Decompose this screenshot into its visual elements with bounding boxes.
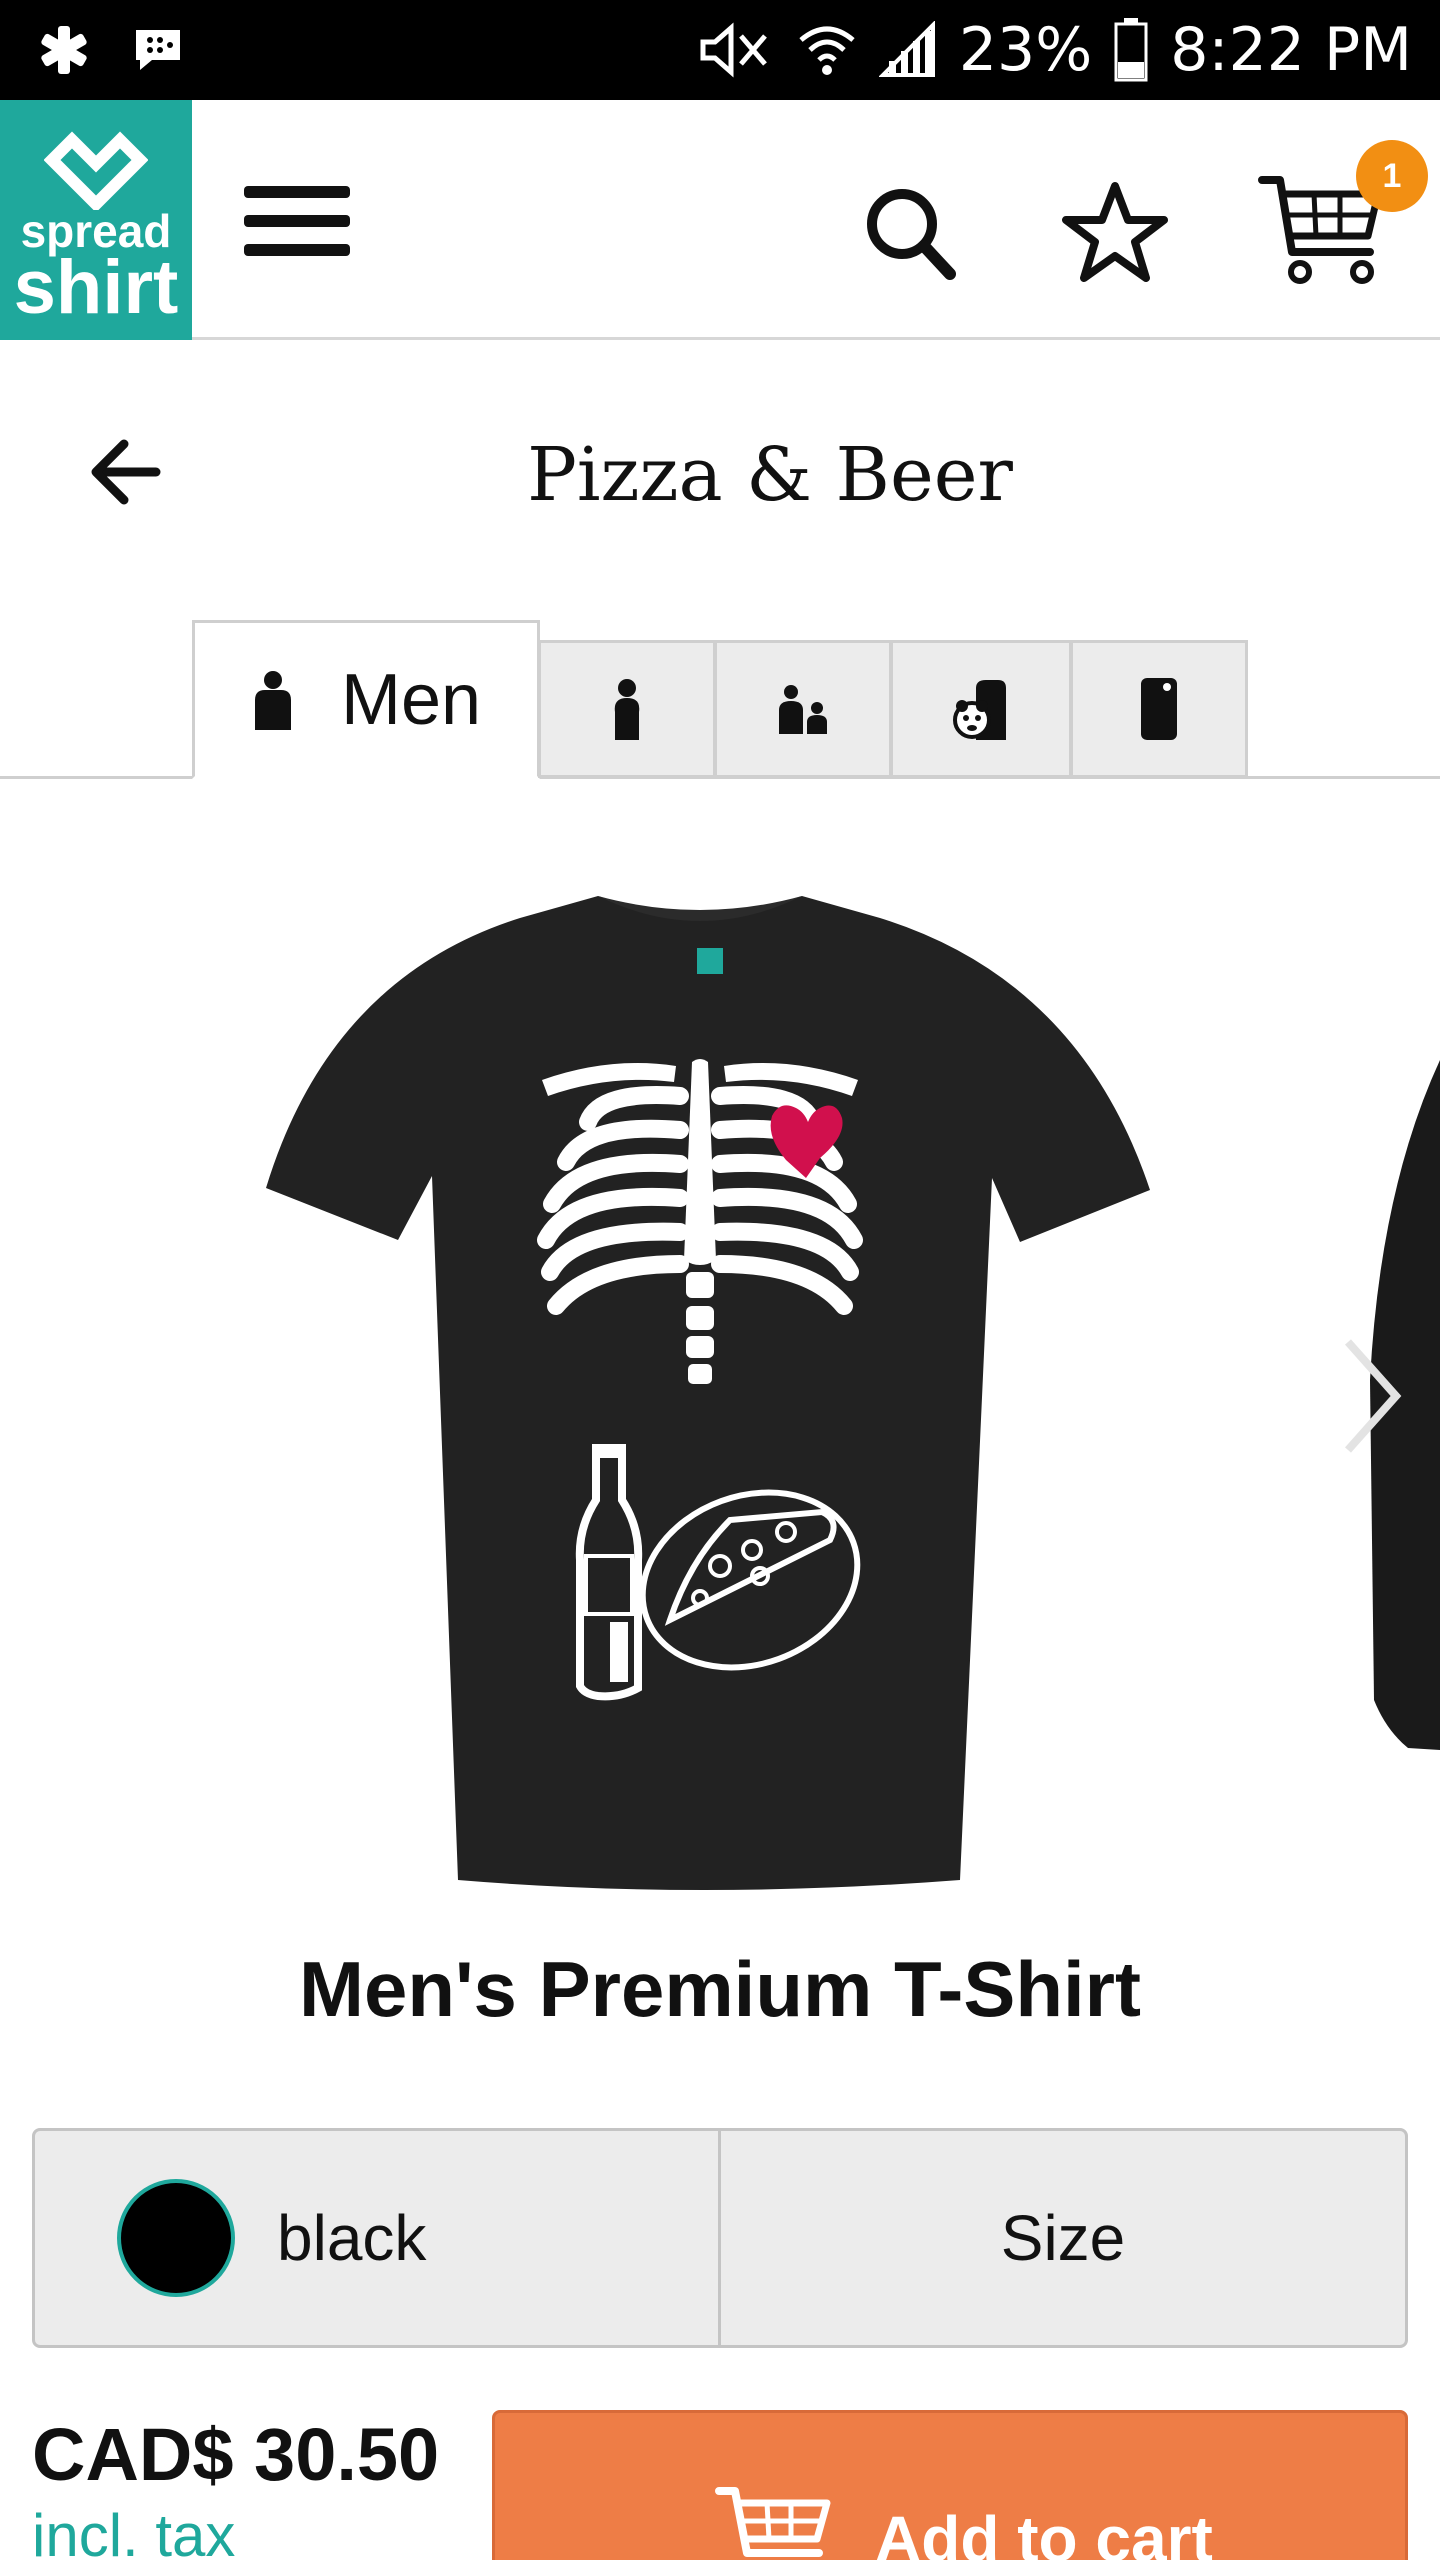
favorites-star-icon[interactable] [1060,178,1170,288]
status-left-icons [36,22,184,78]
tab-kids[interactable] [714,640,892,778]
add-to-cart-label: Add to cart [875,2503,1213,2560]
search-icon[interactable] [862,184,958,284]
color-swatch [117,2179,235,2297]
page-title: Pizza & Beer [527,432,1013,518]
add-to-cart-button[interactable]: Add to cart [492,2410,1408,2560]
wifi-icon [799,26,855,75]
woman-icon [614,679,640,740]
app-header: spread shirt 1 [0,100,1440,340]
signal-icon [878,21,935,77]
size-selector[interactable]: Size [721,2131,1405,2345]
tab-men[interactable]: Men [192,620,540,779]
menu-bar-icon [244,186,350,198]
tab-women[interactable] [538,640,716,778]
status-bar: 23% 8:22 PM [0,0,1440,100]
tshirt-product-image [266,896,1440,1890]
menu-bar-icon [244,244,350,256]
kids-icon [779,685,827,734]
menu-button[interactable] [244,186,350,256]
size-label: Size [1000,2202,1126,2274]
menu-bar-icon [244,215,350,227]
product-image-carousel[interactable] [0,860,1440,1900]
cart-count-badge: 1 [1356,140,1428,212]
tab-baby[interactable] [890,640,1072,778]
logo-word-shirt: shirt [13,245,179,330]
product-options: black Size [32,2128,1408,2348]
cart-icon [715,2487,831,2557]
mute-icon [700,22,767,78]
phone-case-icon [1141,678,1177,740]
color-selector[interactable]: black [35,2131,721,2345]
spreadshirt-logo[interactable]: spread shirt [0,100,192,340]
color-label: black [277,2202,427,2274]
product-price: CAD$ 30.50 [32,2413,440,2496]
tax-note: incl. tax [32,2502,236,2560]
man-icon [254,670,291,730]
clock: 8:22 PM [1170,15,1412,85]
asterisk-icon [41,26,87,74]
battery-percent: 23% [958,15,1093,85]
battery-icon [1114,18,1148,82]
next-chevron-icon[interactable] [1342,1336,1402,1456]
tab-phone-cases[interactable] [1070,640,1248,778]
heart-logo-icon [44,131,148,210]
tab-men-label: Men [340,659,482,740]
baby-icon [953,680,1006,740]
product-name: Men's Premium T-Shirt [298,1945,1142,2033]
messenger-icon [136,30,180,70]
status-right: 23% 8:22 PM [695,14,1412,86]
